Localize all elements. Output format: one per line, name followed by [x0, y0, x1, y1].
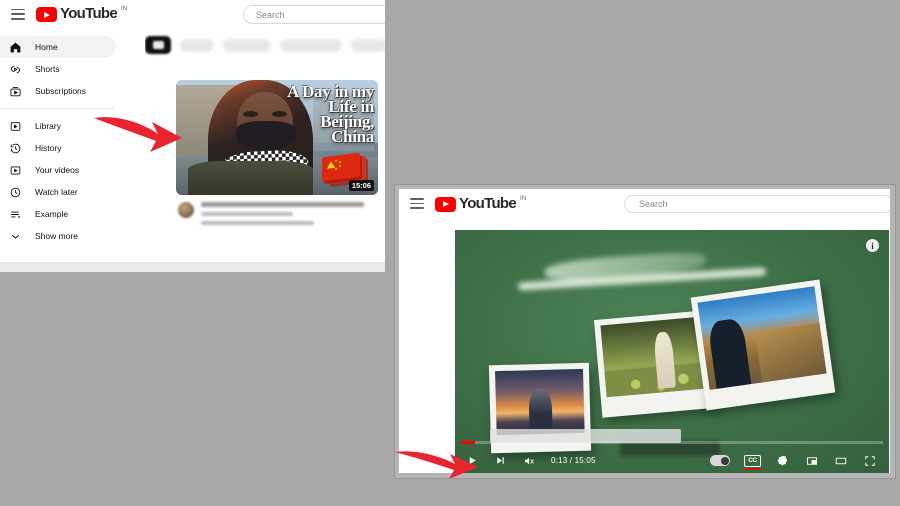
cc-icon[interactable]: CC [744, 454, 761, 470]
youtube-wordmark: YouTube [459, 194, 517, 212]
video-thumbnail[interactable]: A Day in my Life in Beijing, China 15:06 [176, 80, 378, 195]
miniplayer-icon[interactable] [804, 453, 819, 468]
sidebar-item-label: Subscriptions [35, 86, 87, 96]
filter-chip[interactable] [223, 38, 271, 52]
youtube-logo[interactable]: YouTube IN [435, 194, 527, 212]
fullscreen-icon[interactable] [862, 453, 877, 468]
video-player[interactable]: i 0:13 / 15:05 CC [455, 230, 889, 473]
sidebar-item-library[interactable]: Library [0, 115, 116, 137]
filter-chip-all[interactable] [145, 36, 171, 54]
autoplay-toggle-icon[interactable] [710, 455, 730, 466]
filter-chip[interactable] [280, 38, 342, 52]
search-input[interactable]: Search [243, 5, 385, 24]
theater-icon[interactable] [833, 453, 848, 468]
screenshot-stage: YouTube IN Search Home Shorts Subscripti… [0, 0, 900, 506]
sidebar-item-home[interactable]: Home [0, 36, 116, 58]
filter-chip[interactable] [180, 38, 214, 52]
info-icon[interactable]: i [866, 239, 879, 252]
home-icon [8, 40, 23, 55]
gear-icon[interactable] [775, 453, 790, 468]
player-controls-left: 0:13 / 15:05 [465, 453, 596, 468]
watch-later-icon [8, 185, 23, 200]
youtube-watch-window: YouTube IN Search i 0:13 / 15:05 CC [395, 185, 895, 478]
chevron-down-icon [8, 229, 23, 244]
sidebar-item-label: Watch later [35, 187, 78, 197]
hamburger-icon[interactable] [410, 198, 424, 209]
sidebar: Home Shorts Subscriptions Library Histor… [0, 30, 122, 262]
sidebar-item-watch-later[interactable]: Watch later [0, 181, 116, 203]
search-placeholder: Search [639, 199, 668, 209]
sidebar-item-label: Show more [35, 231, 78, 241]
sidebar-divider [0, 108, 114, 109]
video-duration-badge: 15:06 [348, 180, 374, 191]
library-icon [8, 119, 23, 134]
progress-hover-tooltip [489, 429, 681, 443]
search-input[interactable]: Search [624, 195, 890, 213]
sidebar-item-label: Shorts [35, 64, 60, 74]
shorts-icon [8, 62, 23, 77]
thumbnail-title-overlay: A Day in my Life in Beijing, China [249, 83, 374, 146]
sidebar-item-label: Example [35, 209, 69, 219]
sidebar-item-label: Your videos [35, 165, 80, 175]
sidebar-item-label: Home [35, 42, 58, 52]
window-bottom-edge [0, 262, 385, 272]
sidebar-item-subscriptions[interactable]: Subscriptions [0, 80, 116, 102]
sidebar-item-label: History [35, 143, 62, 153]
thumbnail-title-line: China [331, 127, 374, 146]
youtube-country-code: IN [520, 195, 527, 202]
sidebar-item-your-videos[interactable]: Your videos [0, 159, 116, 181]
video-stats-blurred [201, 221, 315, 225]
next-icon[interactable] [493, 453, 508, 468]
filter-chips-row[interactable] [145, 32, 385, 58]
progress-played [461, 441, 475, 444]
player-controls-bar: 0:13 / 15:05 CC [455, 429, 889, 473]
china-flag-icon [322, 152, 366, 185]
sidebar-item-shorts[interactable]: Shorts [0, 58, 116, 80]
history-icon [8, 141, 23, 156]
polaroid-photo [690, 279, 836, 411]
channel-avatar[interactable] [178, 202, 194, 218]
youtube-wordmark: YouTube [60, 5, 118, 22]
video-title-blurred[interactable] [201, 202, 364, 207]
youtube-play-badge-icon [435, 196, 456, 212]
play-icon[interactable] [465, 453, 480, 468]
filter-chip[interactable] [351, 38, 385, 52]
time-display: 0:13 / 15:05 [551, 456, 596, 465]
hamburger-icon[interactable] [11, 8, 25, 20]
watch-header: YouTube IN Search [399, 189, 890, 218]
sidebar-item-example[interactable]: Example [0, 203, 116, 225]
sidebar-item-show-more[interactable]: Show more [0, 225, 116, 247]
playlist-icon [8, 207, 23, 222]
subscriptions-icon [8, 84, 23, 99]
channel-name-blurred[interactable] [201, 212, 294, 216]
youtube-country-code: IN [121, 6, 128, 12]
youtube-home-window: YouTube IN Search Home Shorts Subscripti… [0, 0, 385, 272]
player-controls-right: CC [710, 453, 877, 470]
youtube-logo[interactable]: YouTube IN [36, 6, 127, 22]
sidebar-item-history[interactable]: History [0, 137, 116, 159]
youtube-play-badge-icon [36, 7, 57, 22]
sidebar-item-label: Library [35, 121, 61, 131]
video-card[interactable]: A Day in my Life in Beijing, China 15:06 [176, 80, 378, 230]
your-videos-icon [8, 163, 23, 178]
video-meta-row [176, 202, 378, 230]
search-placeholder: Search [256, 9, 285, 20]
volume-muted-icon[interactable] [521, 453, 536, 468]
